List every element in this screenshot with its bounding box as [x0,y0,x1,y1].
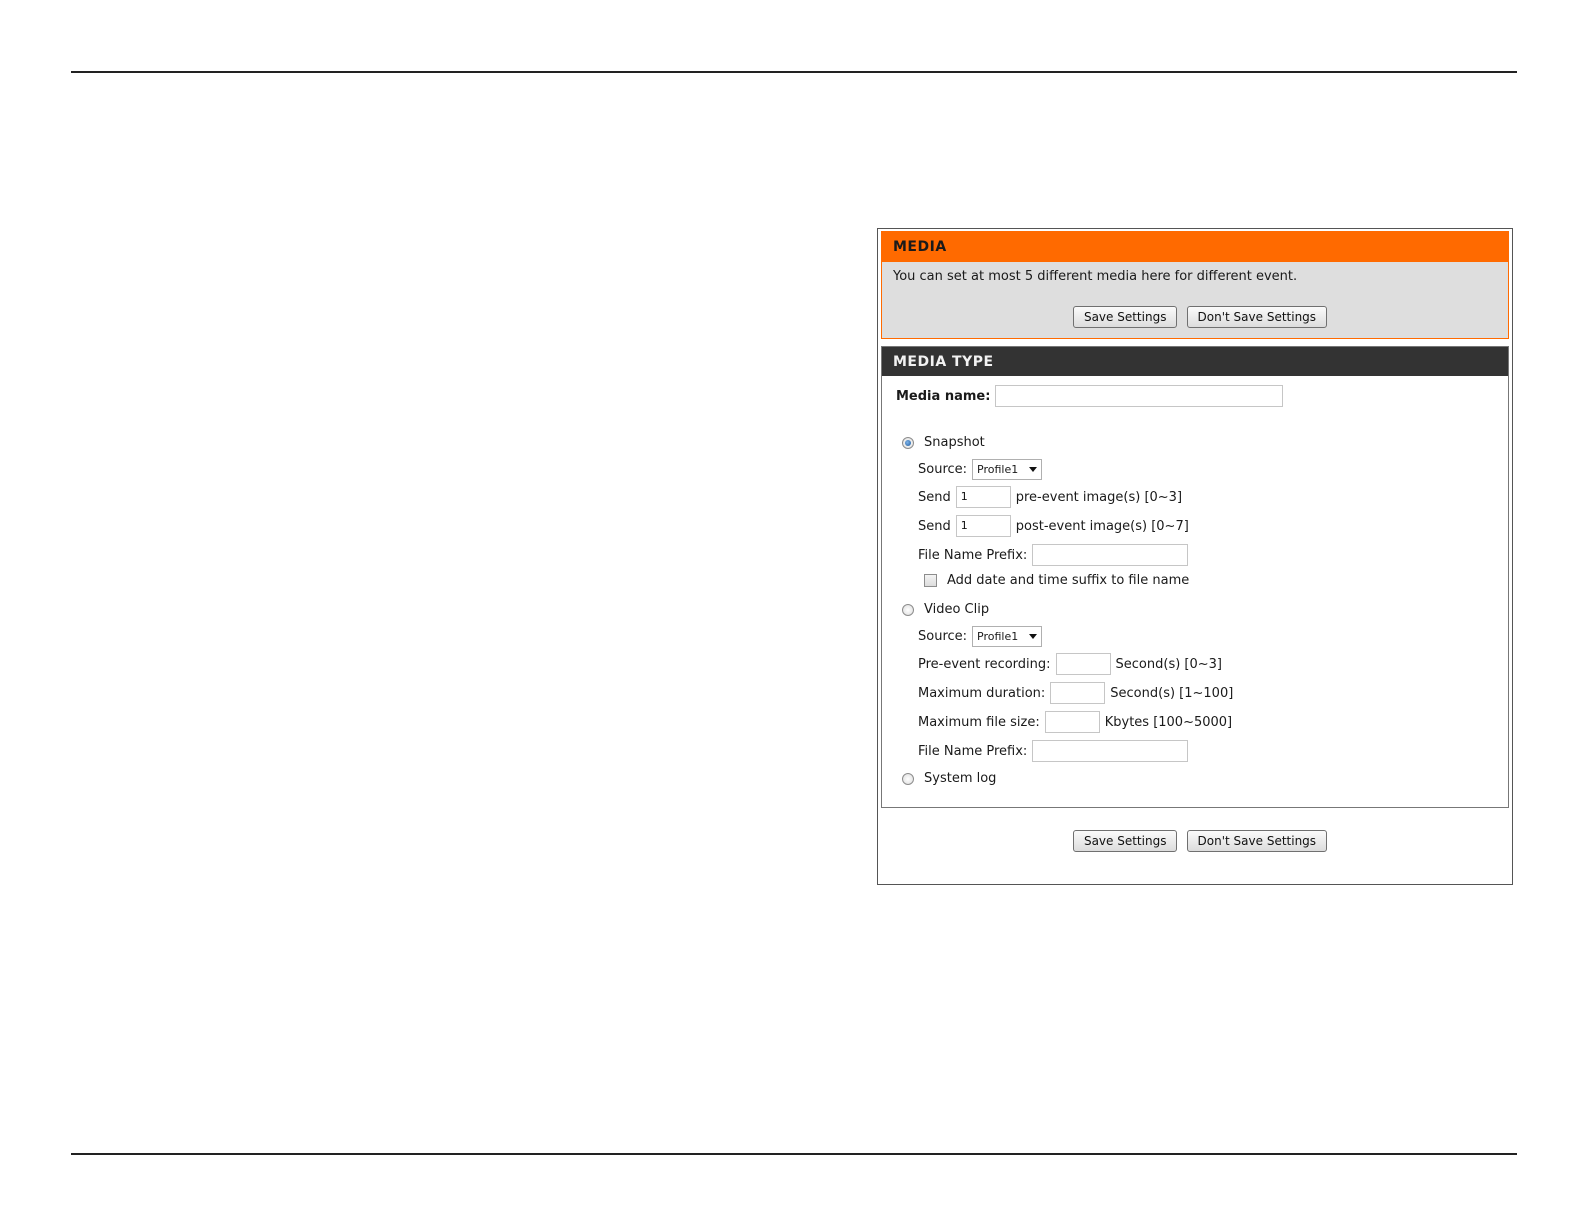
media-section: MEDIA You can set at most 5 different me… [881,231,1509,339]
system-log-row: System log [902,771,996,786]
video-clip-source-value: Profile1 [977,630,1019,643]
dont-save-settings-button-top[interactable]: Don't Save Settings [1186,306,1328,328]
snapshot-prefix-row: File Name Prefix: [918,544,1189,566]
max-duration-row: Maximum duration: Second(s) [1~100] [918,682,1233,704]
media-button-row: Save Settings Don't Save Settings [882,306,1508,328]
chevron-down-icon [1029,634,1038,639]
snapshot-source-label: Source: [918,462,968,477]
media-name-row: Media name: [896,385,1284,407]
max-duration-label: Maximum duration: [918,685,1046,701]
pre-event-recording-input[interactable] [1055,653,1111,675]
video-clip-prefix-label: File Name Prefix: [918,743,1028,759]
system-log-radio[interactable] [902,772,914,785]
snapshot-row: Snapshot [902,435,985,450]
media-section-title: MEDIA [882,232,1508,262]
video-clip-label: Video Clip [924,602,990,617]
system-log-label: System log [924,771,997,786]
suffix-row: Add date and time suffix to file name [924,573,1189,588]
snapshot-source-value: Profile1 [977,463,1019,476]
pre-event-recording-row: Pre-event recording: Second(s) [0~3] [918,653,1222,675]
post-event-images-label: post-event image(s) [0~7] [1015,518,1189,534]
max-file-size-label: Maximum file size: [918,714,1040,730]
media-name-label: Media name: [896,388,991,404]
send-label: Send [918,489,951,505]
pre-event-recording-unit: Second(s) [0~3] [1115,656,1223,672]
media-name-input[interactable] [995,385,1284,407]
suffix-label: Add date and time suffix to file name [947,573,1190,588]
max-file-size-unit: Kbytes [100~5000] [1104,714,1233,730]
video-clip-source-select[interactable]: Profile1 [972,626,1043,647]
media-settings-panel: MEDIA You can set at most 5 different me… [877,228,1513,885]
pre-event-images-label: pre-event image(s) [0~3] [1015,489,1183,505]
snapshot-prefix-label: File Name Prefix: [918,547,1028,563]
save-settings-button-bottom[interactable]: Save Settings [1072,830,1178,852]
media-description: You can set at most 5 different media he… [893,269,1298,284]
video-clip-prefix-row: File Name Prefix: [918,740,1189,762]
footer-button-row: Save Settings Don't Save Settings [878,830,1512,852]
post-event-images-input[interactable]: 1 [955,515,1011,537]
video-clip-source-row: Source: Profile1 [918,626,1043,647]
media-type-section: MEDIA TYPE Media name: Snapshot Source: … [881,346,1509,808]
chevron-down-icon [1029,467,1038,472]
video-clip-row: Video Clip [902,602,989,617]
max-duration-input[interactable] [1050,682,1106,704]
video-clip-source-label: Source: [918,629,968,644]
video-clip-radio[interactable] [902,603,914,616]
media-type-section-title: MEDIA TYPE [882,347,1508,376]
snapshot-radio[interactable] [902,436,914,449]
snapshot-prefix-input[interactable] [1032,544,1189,566]
snapshot-pre-event-row: Send 1 pre-event image(s) [0~3] [918,486,1182,508]
pre-event-images-input[interactable]: 1 [955,486,1011,508]
save-settings-button-top[interactable]: Save Settings [1072,306,1178,328]
snapshot-label: Snapshot [924,435,985,450]
top-divider [71,71,1517,73]
max-file-size-row: Maximum file size: Kbytes [100~5000] [918,711,1232,733]
max-file-size-input[interactable] [1044,711,1100,733]
snapshot-source-select[interactable]: Profile1 [972,459,1043,480]
suffix-checkbox[interactable] [924,574,937,587]
dont-save-settings-button-bottom[interactable]: Don't Save Settings [1186,830,1328,852]
bottom-divider [71,1153,1517,1155]
pre-event-recording-label: Pre-event recording: [918,656,1051,672]
video-clip-prefix-input[interactable] [1032,740,1189,762]
snapshot-post-event-row: Send 1 post-event image(s) [0~7] [918,515,1189,537]
send-label: Send [918,518,951,534]
snapshot-source-row: Source: Profile1 [918,459,1043,480]
max-duration-unit: Second(s) [1~100] [1110,685,1234,701]
